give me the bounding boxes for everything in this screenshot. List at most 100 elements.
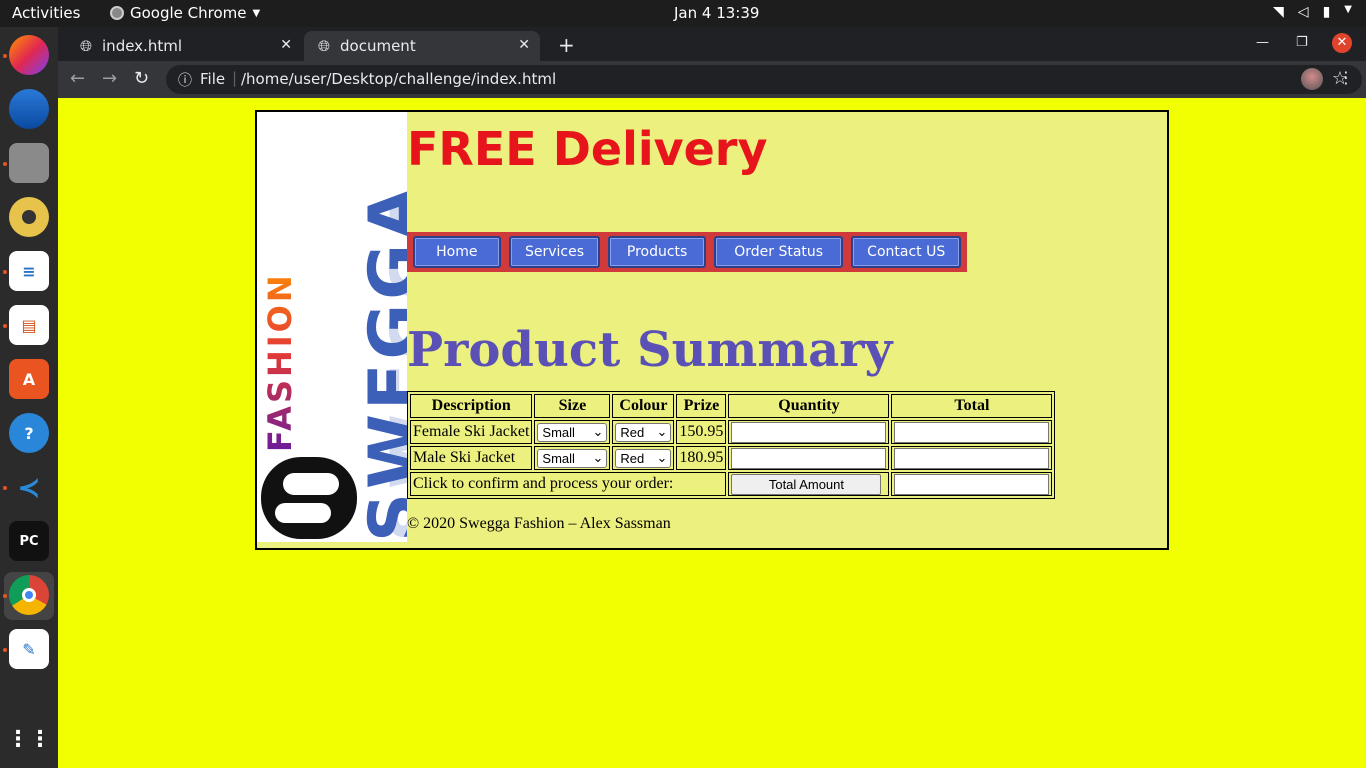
browser-toolbar: ← → ↻ ⓘ File | /home/user/Desktop/challe…	[58, 61, 1366, 98]
files-icon[interactable]	[9, 143, 49, 183]
chevron-down-icon: ⌄	[656, 424, 668, 439]
header-description: Description	[410, 394, 533, 418]
tab-label: index.html	[102, 37, 182, 55]
row-total-field[interactable]	[894, 447, 1050, 469]
nav-contact-button[interactable]: Contact US	[851, 236, 961, 268]
header-colour: Colour	[612, 394, 675, 418]
quantity-input[interactable]	[731, 421, 887, 443]
row-total-field[interactable]	[894, 421, 1050, 443]
nav-services-button[interactable]: Services	[508, 236, 601, 268]
reload-icon[interactable]: ↻	[134, 68, 149, 89]
colour-cell: Red ⌄	[612, 420, 675, 444]
table-row: Female Ski Jacket Small ⌄ Red ⌄ 150.95	[410, 420, 1053, 444]
dock-running-indicator	[3, 270, 7, 274]
chevron-down-icon: ⌄	[656, 450, 668, 465]
header-quantity: Quantity	[728, 394, 890, 418]
minimize-icon[interactable]: —	[1256, 35, 1269, 50]
product-table: Description Size Colour Prize Quantity T…	[407, 391, 1056, 499]
more-menu-icon[interactable]: ⋮	[1338, 68, 1354, 87]
nav-order-status-button[interactable]: Order Status	[713, 236, 844, 268]
help-icon[interactable]: ?	[9, 413, 49, 453]
header-total: Total	[891, 394, 1053, 418]
size-select[interactable]: Small ⌄	[537, 422, 608, 442]
total-cell	[891, 420, 1053, 444]
table-row: Male Ski Jacket Small ⌄ Red ⌄ 180.95	[410, 446, 1053, 470]
pycharm-icon[interactable]: PC	[9, 521, 49, 561]
forward-icon[interactable]: →	[102, 68, 117, 89]
nav-home-button[interactable]: Home	[413, 236, 501, 268]
vscode-icon[interactable]: ≺	[9, 467, 49, 507]
dock: ≡ ▤ A ? ≺ PC ✎ ⋮⋮	[0, 27, 58, 768]
tab-document[interactable]: 🌐︎ document ✕	[304, 31, 540, 61]
chevron-down-icon: ▼	[252, 7, 261, 19]
firefox-icon[interactable]	[9, 35, 49, 75]
tab-index-html[interactable]: 🌐︎ index.html ✕	[66, 31, 302, 61]
url-text[interactable]: /home/user/Desktop/challenge/index.html	[241, 70, 556, 88]
tab-label: document	[340, 37, 416, 55]
colour-select[interactable]: Red ⌄	[615, 448, 672, 468]
restore-icon[interactable]: ❐	[1296, 35, 1308, 50]
site-info-icon[interactable]: ⓘ	[178, 70, 192, 90]
chevron-down-icon: ⌄	[592, 424, 604, 439]
close-tab-icon[interactable]: ✕	[518, 37, 530, 53]
page-container: SWEGGA SWEGGA FASHION FREE Delivery Home…	[255, 110, 1169, 550]
size-cell: Small ⌄	[534, 446, 611, 470]
profile-avatar[interactable]	[1301, 68, 1323, 90]
chevron-down-icon: ⌄	[592, 450, 604, 465]
total-cell	[891, 446, 1053, 470]
page-viewport: SWEGGA SWEGGA FASHION FREE Delivery Home…	[58, 98, 1366, 768]
grand-total-field[interactable]	[894, 473, 1050, 495]
dock-running-indicator	[3, 648, 7, 652]
nav-products-button[interactable]: Products	[608, 236, 706, 268]
free-delivery-banner: FREE Delivery	[407, 122, 768, 176]
impress-icon[interactable]: ▤	[9, 305, 49, 345]
logo-sub-text: FASHION	[261, 252, 299, 452]
back-icon[interactable]: ←	[70, 68, 85, 89]
window-close-icon[interactable]: ✕	[1332, 33, 1352, 53]
writer-icon[interactable]: ≡	[9, 251, 49, 291]
quantity-cell	[728, 446, 890, 470]
row-description: Male Ski Jacket	[410, 446, 533, 470]
system-tray[interactable]: ◥ ◁ ▮ ▼	[1273, 4, 1352, 20]
app-menu[interactable]: Google Chrome ▼	[110, 4, 260, 22]
globe-icon: 🌐︎	[318, 37, 331, 55]
button-cell: Total Amount	[728, 472, 890, 496]
total-amount-button[interactable]: Total Amount	[731, 473, 882, 495]
globe-icon: 🌐︎	[80, 37, 93, 55]
software-center-icon[interactable]: A	[9, 359, 49, 399]
activities-button[interactable]: Activities	[12, 4, 80, 22]
colour-cell: Red ⌄	[612, 446, 675, 470]
quantity-cell	[728, 420, 890, 444]
new-tab-icon[interactable]: +	[558, 33, 575, 57]
text-editor-icon[interactable]: ✎	[9, 629, 49, 669]
thunderbird-icon[interactable]	[9, 89, 49, 129]
clock[interactable]: Jan 4 13:39	[674, 4, 759, 22]
dock-running-indicator	[3, 324, 7, 328]
size-cell: Small ⌄	[534, 420, 611, 444]
url-separator: |	[232, 69, 238, 87]
logo-s-mark	[261, 457, 357, 539]
volume-icon: ◁	[1297, 4, 1309, 20]
battery-icon: ▮	[1322, 4, 1331, 20]
grand-total-cell	[891, 472, 1053, 496]
quantity-input[interactable]	[731, 447, 887, 469]
nav-bar: Home Services Products Order Status Cont…	[407, 232, 967, 272]
chrome-small-icon	[110, 6, 124, 20]
footer-copyright: © 2020 Swegga Fashion – Alex Sassman	[407, 515, 671, 532]
chrome-icon[interactable]	[9, 575, 49, 615]
dock-running-indicator	[3, 54, 7, 58]
browser-tab-strip: 🌐︎ index.html ✕ 🌐︎ document ✕ + — ❐ ✕	[58, 27, 1366, 61]
page-title: Product Summary	[407, 322, 893, 378]
colour-select[interactable]: Red ⌄	[615, 422, 672, 442]
rhythmbox-icon[interactable]	[9, 197, 49, 237]
confirm-label: Click to confirm and process your order:	[410, 472, 727, 496]
close-tab-icon[interactable]: ✕	[280, 37, 292, 53]
swegga-logo: SWEGGA SWEGGA FASHION	[257, 112, 407, 542]
show-applications-icon[interactable]: ⋮⋮	[7, 719, 51, 759]
wifi-icon: ◥	[1273, 4, 1284, 20]
address-bar[interactable]: ⓘ File | /home/user/Desktop/challenge/in…	[166, 65, 1362, 94]
dock-running-indicator	[3, 486, 7, 490]
size-select[interactable]: Small ⌄	[537, 448, 608, 468]
dock-running-indicator	[3, 162, 7, 166]
row-prize: 150.95	[676, 420, 727, 444]
